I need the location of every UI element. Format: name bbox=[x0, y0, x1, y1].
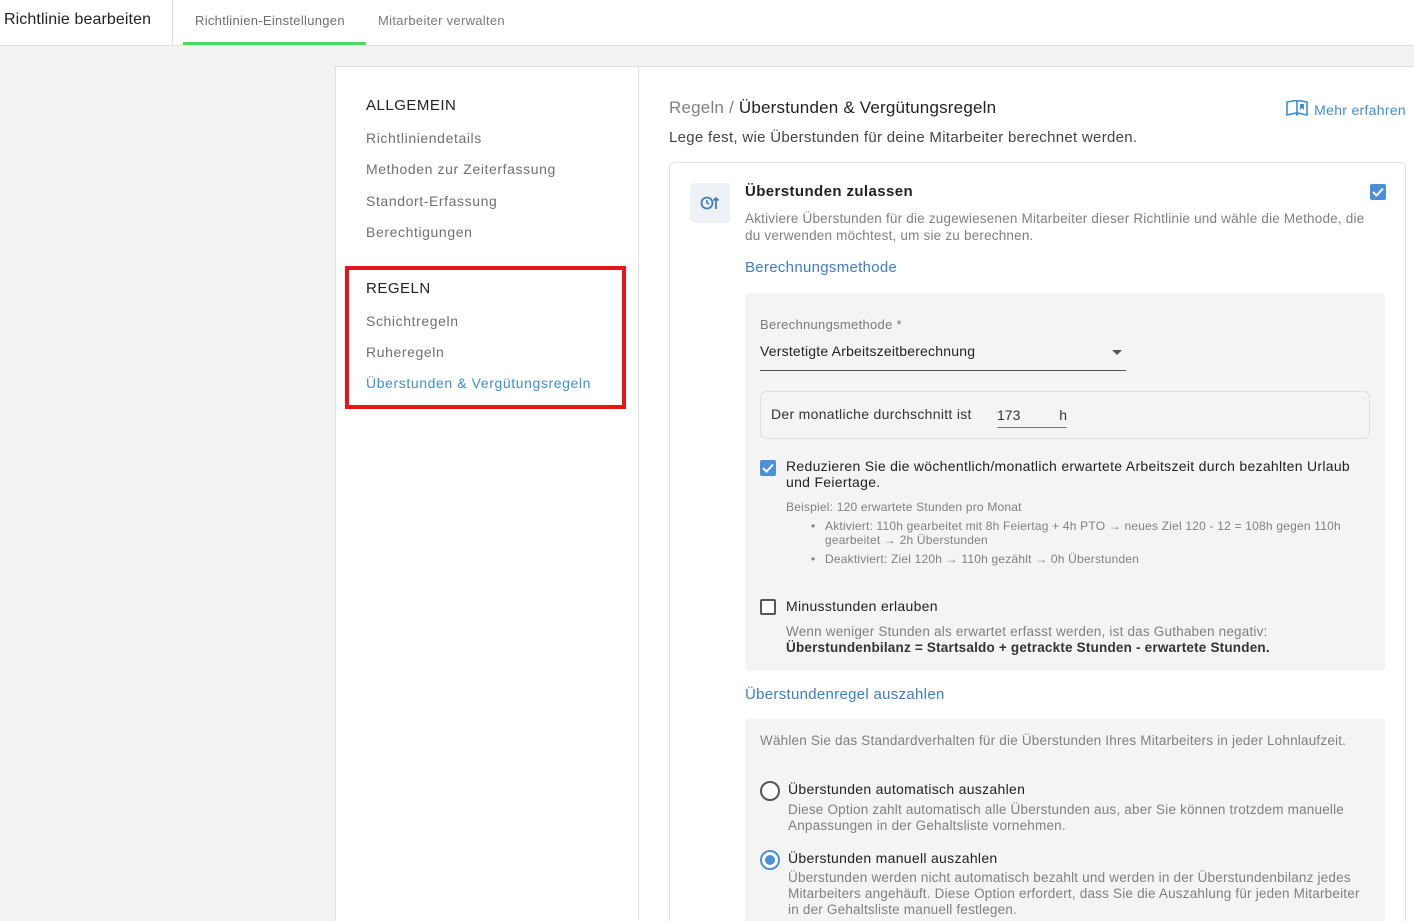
chevron-down-icon bbox=[1112, 350, 1122, 355]
reduce-expected-hours-label: Reduzieren Sie die wöchentlich/monatlich… bbox=[786, 458, 1351, 490]
overtime-clock-icon bbox=[690, 183, 730, 223]
monthly-average-box: Der monatliche durchschnitt ist 173 h bbox=[760, 391, 1370, 439]
sidebar-item-time-tracking-methods[interactable]: Methoden zur Zeiterfassung bbox=[366, 161, 556, 177]
learn-more-label: Mehr erfahren bbox=[1314, 101, 1406, 118]
reduce-expected-hours-checkbox[interactable] bbox=[760, 460, 776, 476]
monthly-average-unit: h bbox=[1059, 407, 1067, 423]
payout-panel: Wählen Sie das Standardverhalten für die… bbox=[745, 719, 1385, 921]
tab-manage-employees[interactable]: Mitarbeiter verwalten bbox=[378, 13, 505, 28]
highlight-annotation-box bbox=[345, 266, 626, 409]
allow-negative-hours-label: Minusstunden erlauben bbox=[786, 598, 938, 614]
calculation-method-heading: Berechnungsmethode bbox=[745, 259, 898, 276]
negative-hours-formula: Überstundenbilanz = Startsaldo + getrack… bbox=[786, 640, 1270, 655]
check-icon bbox=[762, 463, 774, 473]
main-content: Regeln / Überstunden & Vergütungsregeln … bbox=[639, 66, 1414, 921]
top-bar: Richtlinie bearbeiten Richtlinien-Einste… bbox=[0, 0, 1414, 46]
radio-auto-payout[interactable] bbox=[760, 781, 780, 801]
sidebar-item-location-tracking[interactable]: Standort-Erfassung bbox=[366, 193, 497, 209]
overtime-card: Überstunden zulassen Aktiviere Überstund… bbox=[669, 162, 1406, 921]
overtime-description: Aktiviere Überstunden für die zugewiesen… bbox=[745, 211, 1365, 243]
calculation-panel: Berechnungsmethode * Verstetigte Arbeits… bbox=[745, 293, 1385, 671]
tab-policy-settings[interactable]: Richtlinien-Einstellungen bbox=[195, 13, 345, 28]
book-icon bbox=[1286, 99, 1308, 119]
breadcrumb-parent[interactable]: Regeln / bbox=[669, 98, 734, 117]
breadcrumb-current: Überstunden & Vergütungsregeln bbox=[738, 98, 997, 117]
calculation-method-select[interactable]: Verstetigte Arbeitszeitberechnung bbox=[760, 339, 1126, 371]
negative-hours-text: Wenn weniger Stunden als erwartet erfass… bbox=[786, 624, 1268, 639]
negative-hours-description: Wenn weniger Stunden als erwartet erfass… bbox=[786, 624, 1366, 656]
example-item-disabled: Deaktiviert: Ziel 120h → 110h gezählt → … bbox=[805, 552, 1365, 566]
monthly-average-input[interactable]: 173 h bbox=[997, 402, 1067, 428]
payout-intro: Wählen Sie das Standardverhalten für die… bbox=[760, 733, 1347, 748]
sidebar-heading-general: ALLGEMEIN bbox=[366, 97, 457, 114]
manual-payout-label: Überstunden manuell auszahlen bbox=[788, 850, 998, 866]
calculation-method-value: Verstetigte Arbeitszeitberechnung bbox=[760, 343, 976, 359]
example-title: Beispiel: 120 erwartete Stunden pro Mona… bbox=[786, 500, 1022, 514]
learn-more-link[interactable]: Mehr erfahren bbox=[1286, 99, 1406, 119]
monthly-average-value: 173 bbox=[997, 407, 1021, 423]
title-divider bbox=[172, 0, 173, 45]
manual-payout-description: Überstunden werden nicht automatisch bez… bbox=[788, 870, 1360, 917]
calculation-method-label: Berechnungsmethode * bbox=[760, 317, 902, 332]
allow-overtime-checkbox[interactable] bbox=[1370, 184, 1386, 200]
page-title: Richtlinie bearbeiten bbox=[4, 11, 152, 28]
overtime-title: Überstunden zulassen bbox=[745, 183, 914, 200]
allow-negative-hours-checkbox[interactable] bbox=[760, 599, 776, 615]
monthly-average-label: Der monatliche durchschnitt ist bbox=[771, 406, 972, 422]
settings-sidebar: ALLGEMEIN Richtliniendetails Methoden zu… bbox=[335, 66, 639, 921]
active-tab-indicator bbox=[183, 42, 366, 45]
sidebar-item-permissions[interactable]: Berechtigungen bbox=[366, 224, 472, 240]
breadcrumb: Regeln / Überstunden & Vergütungsregeln bbox=[669, 98, 996, 118]
sidebar-item-policy-details[interactable]: Richtliniendetails bbox=[366, 130, 482, 146]
example-item-enabled: Aktiviert: 110h gearbeitet mit 8h Feiert… bbox=[805, 519, 1365, 547]
radio-manual-payout[interactable] bbox=[760, 850, 780, 870]
auto-payout-label: Überstunden automatisch auszahlen bbox=[788, 781, 1026, 797]
example-list: Aktiviert: 110h gearbeitet mit 8h Feiert… bbox=[805, 519, 1365, 571]
check-icon bbox=[1372, 187, 1384, 197]
auto-payout-description: Diese Option zahlt automatisch alle Über… bbox=[788, 802, 1345, 833]
page-subtitle: Lege fest, wie Überstunden für deine Mit… bbox=[669, 129, 1138, 146]
payout-rule-heading: Überstundenregel auszahlen bbox=[745, 686, 945, 703]
